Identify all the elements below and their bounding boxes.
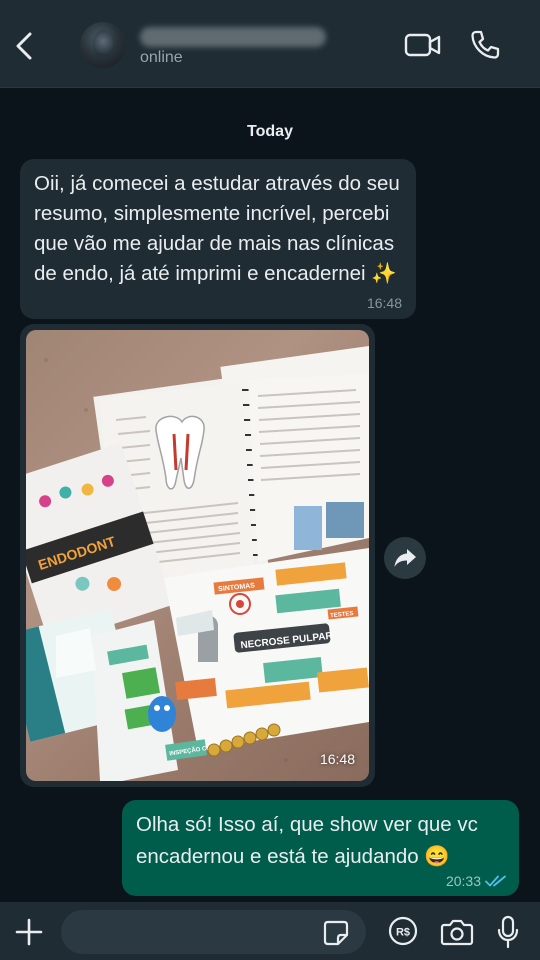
phone-icon — [471, 30, 500, 59]
back-button[interactable] — [10, 28, 42, 64]
forward-icon — [394, 549, 416, 567]
date-separator: Today — [247, 123, 293, 140]
video-camera-icon — [404, 33, 441, 57]
message-input[interactable] — [61, 910, 366, 954]
video-call-button[interactable] — [404, 28, 442, 62]
attach-button[interactable] — [12, 915, 46, 949]
svg-text:R$: R$ — [396, 927, 410, 939]
double-check-read-icon — [485, 875, 506, 887]
photo-image: ENDODONT NECROSE PULPAR SINTOMAS TESTES … — [26, 346, 369, 781]
incoming-photo-message[interactable]: ENDODONT NECROSE PULPAR SINTOMAS TESTES … — [20, 324, 375, 787]
payment-button[interactable]: R$ — [388, 916, 418, 946]
plus-icon — [15, 918, 43, 946]
camera-button[interactable] — [440, 917, 474, 947]
voice-call-button[interactable] — [468, 28, 502, 62]
message-text: Oii, já comecei a estudar através do seu… — [34, 172, 406, 285]
microphone-icon — [497, 915, 519, 949]
message-text: Olha só! Isso aí, que show ver que vc en… — [136, 813, 478, 868]
incoming-message[interactable]: Oii, já comecei a estudar através do seu… — [20, 159, 416, 319]
contact-status: online — [140, 49, 183, 66]
photo-attachment[interactable]: ENDODONT NECROSE PULPAR SINTOMAS TESTES … — [26, 330, 369, 781]
chevron-left-icon — [16, 32, 32, 60]
photo-time: 16:48 — [319, 751, 355, 767]
avatar[interactable] — [80, 22, 126, 68]
chat-header: online — [0, 0, 540, 88]
message-meta: 20:33 — [446, 873, 507, 889]
forward-button[interactable] — [384, 537, 426, 579]
composer-bar: R$ — [0, 902, 540, 960]
real-currency-icon: R$ — [388, 916, 418, 946]
sticker-icon — [323, 920, 349, 946]
message-time: 16:48 — [366, 295, 402, 311]
message-time: 20:33 — [445, 873, 481, 889]
sticker-button[interactable] — [322, 919, 350, 947]
sparkles-emoji: ✨ — [371, 262, 397, 285]
camera-icon — [440, 919, 474, 946]
voice-record-button[interactable] — [496, 914, 520, 950]
outgoing-message[interactable]: Olha só! Isso aí, que show ver que vc en… — [122, 800, 519, 896]
contact-name[interactable] — [140, 27, 326, 47]
